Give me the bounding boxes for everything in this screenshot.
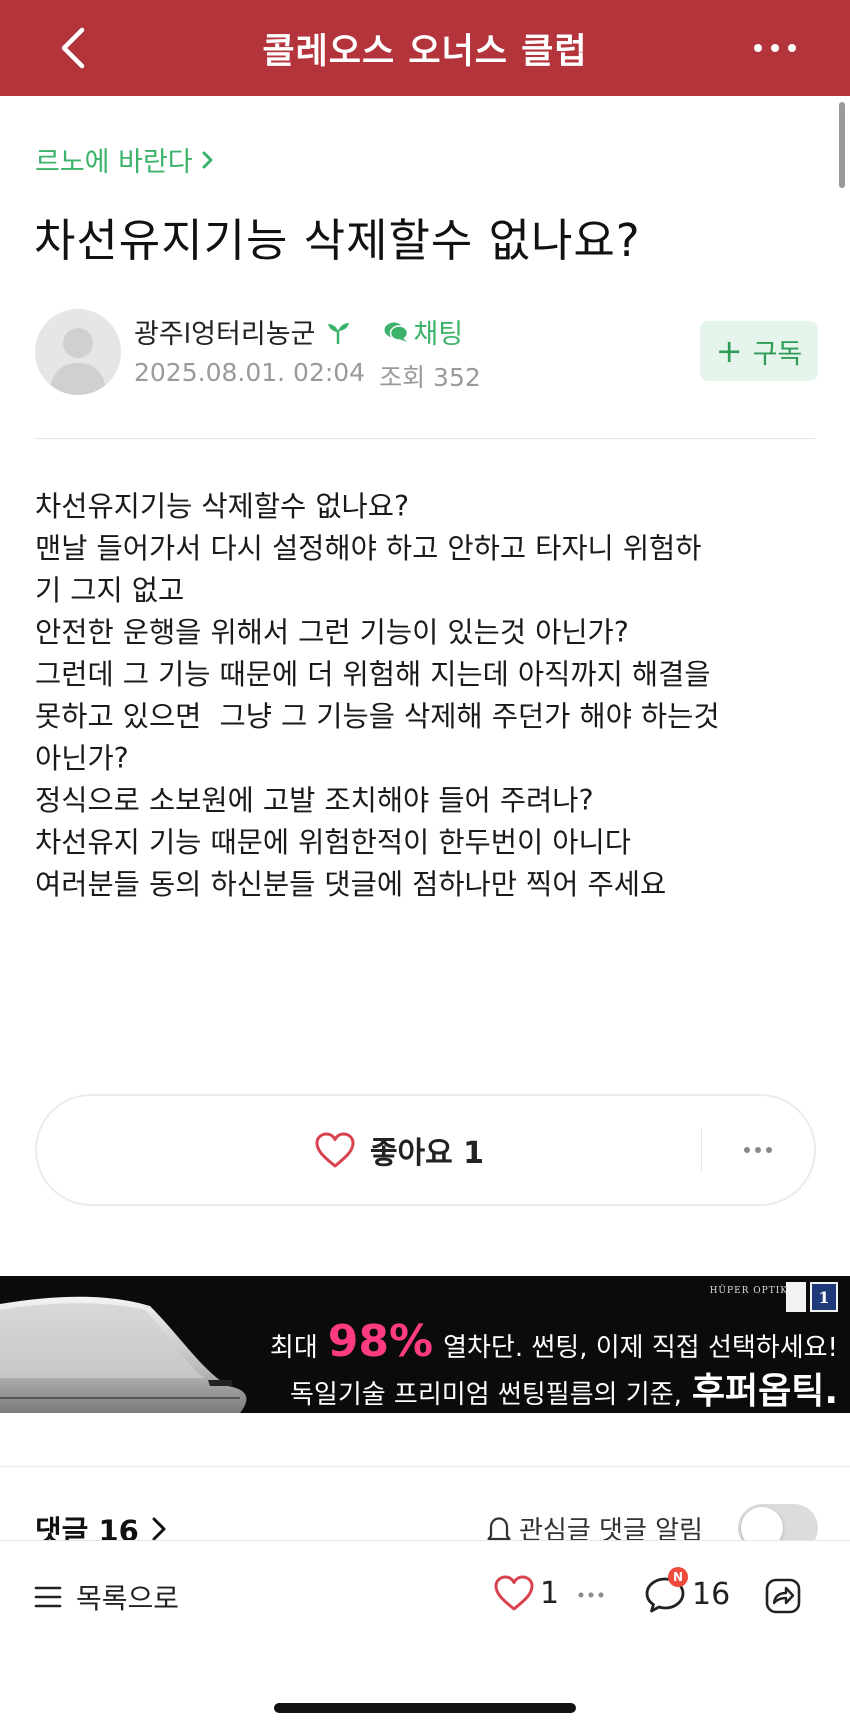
more-horizontal-icon xyxy=(754,44,796,52)
bell-icon xyxy=(487,1516,511,1544)
ad-banner[interactable]: HÜPER OPTIK 1 최대 98% 열차단. 썬팅, 이제 직접 선택하세… xyxy=(0,1276,850,1413)
scrollbar[interactable] xyxy=(839,102,845,188)
author-row: 광주l엉터리농군 채팅 xyxy=(134,312,463,351)
more-horizontal-icon xyxy=(578,1592,604,1598)
list-label: 목록으로 xyxy=(76,1582,180,1615)
post-title: 차선유지기능 삭제할수 없나요? xyxy=(34,214,641,267)
brand-logo xyxy=(786,1282,806,1312)
body-line: 차선유지 기능 때문에 위험한적이 한두번이 아니다 xyxy=(35,826,631,859)
share-button[interactable] xyxy=(760,1573,806,1619)
post-body: 차선유지기능 삭제할수 없나요? 맨날 들어가서 다시 설정해야 하고 안하고 … xyxy=(35,486,825,906)
like-button[interactable]: 좋아요 1 xyxy=(37,1096,701,1204)
author-name[interactable]: 광주l엉터리농군 xyxy=(134,312,315,351)
chat-button[interactable]: 채팅 xyxy=(383,312,463,351)
plus-icon: + xyxy=(715,332,743,370)
bottom-bar: 목록으로 1 N 16 xyxy=(0,1540,850,1728)
board-link[interactable]: 르노에 바란다 xyxy=(35,140,215,179)
ad-logos: 1 xyxy=(786,1282,838,1312)
post-date: 2025.08.01. 02:04 xyxy=(134,358,366,387)
header-title: 콜레오스 오너스 클럽 xyxy=(262,31,588,72)
menu-icon xyxy=(34,1586,62,1608)
body-line: 아닌가? xyxy=(35,742,129,775)
bottom-like-button[interactable]: 1 xyxy=(492,1573,559,1613)
back-to-list-button[interactable]: 목록으로 xyxy=(34,1577,179,1617)
body-line: 그런데 그 기능 때문에 더 위험해 지는데 아직까지 해결을 xyxy=(35,658,711,691)
back-button[interactable] xyxy=(48,24,96,72)
chat-label: 채팅 xyxy=(413,319,464,350)
like-bar: 좋아요 1 xyxy=(35,1094,816,1206)
bottom-more-button[interactable] xyxy=(576,1577,606,1613)
brand-logo-badge: 1 xyxy=(810,1282,838,1312)
app-header: 콜레오스 오너스 클럽 xyxy=(0,0,850,96)
sprout-icon xyxy=(325,319,351,345)
body-line: 차선유지기능 삭제할수 없나요? xyxy=(35,490,410,523)
ad-subline: 독일기술 프리미엄 썬팅필름의 기준, 후퍼옵틱. xyxy=(290,1362,838,1413)
ad-line2-prefix: 독일기술 프리미엄 썬팅필름의 기준, xyxy=(289,1380,682,1410)
body-line: 맨날 들어가서 다시 설정해야 하고 안하고 타자니 위험하 xyxy=(35,532,702,565)
chevron-right-icon xyxy=(202,151,213,168)
subscribe-label: 구독 xyxy=(752,338,803,370)
ad-line1-highlight: 98% xyxy=(327,1316,434,1367)
bottom-comment-count: 16 xyxy=(692,1576,731,1612)
heart-icon xyxy=(494,1575,534,1611)
avatar[interactable] xyxy=(35,309,121,395)
share-icon xyxy=(765,1578,801,1614)
body-line: 여러분들 동의 하신분들 댓글에 점하나만 찍어 주세요 xyxy=(35,868,667,901)
ad-line1-suffix: 열차단. 썬팅, 이제 직접 선택하세요! xyxy=(443,1333,838,1363)
divider xyxy=(0,1466,850,1467)
new-badge: N xyxy=(668,1567,688,1587)
more-button[interactable] xyxy=(750,24,800,72)
board-name: 르노에 바란다 xyxy=(35,147,193,178)
like-label: 좋아요 1 xyxy=(369,1136,485,1171)
ad-headline: 최대 98% 열차단. 썬팅, 이제 직접 선택하세요! xyxy=(270,1316,838,1367)
body-line: 기 그지 없고 xyxy=(35,574,185,607)
body-line: 못하고 있으면 그냥 그 기능을 삭제해 주던가 해야 하는것 xyxy=(35,700,720,733)
bottom-like-count: 1 xyxy=(540,1575,560,1611)
divider xyxy=(35,438,815,439)
chat-bubble-icon xyxy=(384,322,409,342)
comment-icon-wrap: N xyxy=(642,1567,688,1617)
more-horizontal-icon xyxy=(744,1147,772,1153)
ad-line2-highlight: 후퍼옵틱. xyxy=(691,1371,838,1412)
post-meta: 2025.08.01. 02:04 조회 352 xyxy=(134,358,481,394)
ad-line1-prefix: 최대 xyxy=(269,1333,318,1363)
home-indicator xyxy=(274,1703,576,1713)
bottom-comment-button[interactable]: N 16 xyxy=(642,1567,731,1617)
heart-icon xyxy=(315,1132,355,1168)
post-more-button[interactable] xyxy=(702,1096,814,1204)
body-line: 안전한 운행을 위해서 그런 기능이 있는것 아닌가? xyxy=(35,616,629,649)
default-avatar-icon xyxy=(35,309,121,395)
subscribe-button[interactable]: + 구독 xyxy=(700,321,818,381)
post-views: 조회 352 xyxy=(379,363,481,392)
chevron-right-icon xyxy=(152,1517,166,1541)
ad-brand: HÜPER OPTIK xyxy=(709,1286,788,1296)
chevron-left-icon xyxy=(61,27,85,69)
body-line: 정식으로 소보원에 고발 조치해야 들어 주려나? xyxy=(35,784,594,817)
